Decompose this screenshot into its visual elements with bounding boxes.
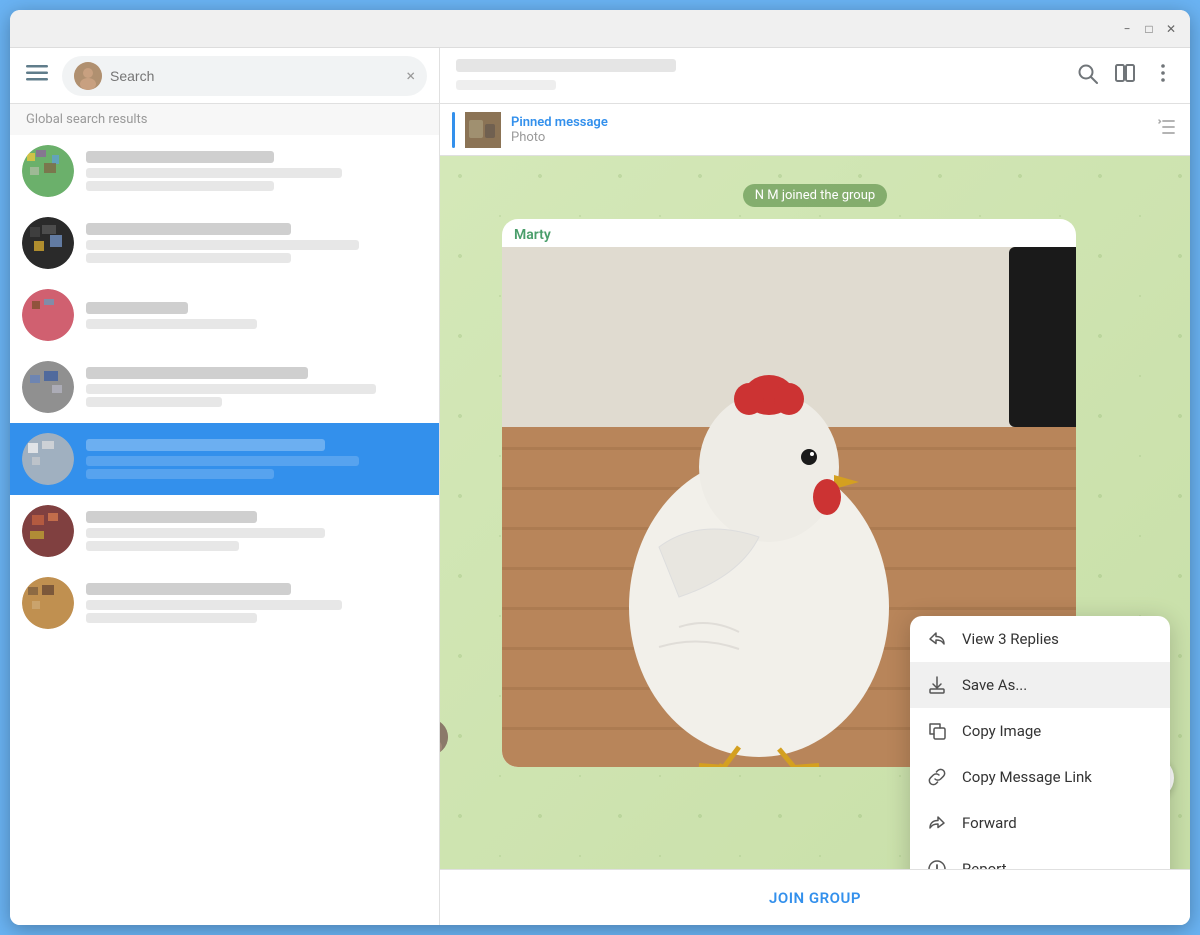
sender-avatar	[440, 719, 448, 755]
context-menu-item-label: Forward	[962, 814, 1017, 832]
search-icon[interactable]	[1076, 62, 1098, 89]
main-layout: × Global search results	[10, 48, 1190, 925]
system-message-text: N M joined the group	[743, 184, 887, 207]
result-name	[86, 367, 308, 379]
result-info	[86, 223, 427, 263]
context-menu-copy-link[interactable]: Copy Message Link	[910, 754, 1170, 800]
download-icon	[926, 674, 948, 696]
pinned-label: Pinned message	[511, 115, 1146, 130]
result-info	[86, 439, 427, 479]
minimize-button[interactable]: −	[1120, 22, 1134, 36]
list-item[interactable]	[10, 279, 439, 351]
result-name	[86, 302, 188, 314]
context-menu-forward[interactable]: Forward	[910, 800, 1170, 846]
maximize-button[interactable]: □	[1142, 22, 1156, 36]
pinned-accent	[452, 112, 455, 148]
result-info	[86, 367, 427, 407]
app-window: − □ ✕	[10, 10, 1190, 925]
pinned-thumbnail	[465, 112, 501, 148]
result-info	[86, 151, 427, 191]
result-name	[86, 151, 274, 163]
context-menu-item-label: Report	[962, 860, 1007, 869]
search-results-list	[10, 135, 439, 925]
context-menu-report[interactable]: Report	[910, 846, 1170, 869]
result-name	[86, 583, 291, 595]
result-info	[86, 302, 427, 329]
copy-icon	[926, 720, 948, 742]
chat-title-area	[456, 58, 1064, 94]
result-info	[86, 511, 427, 551]
context-menu-save-as[interactable]: Save As...	[910, 662, 1170, 708]
result-name	[86, 223, 291, 235]
chat-header-icons	[1076, 62, 1174, 89]
result-name	[86, 439, 325, 451]
result-desc-2	[86, 397, 222, 407]
result-desc	[86, 456, 359, 466]
title-bar: − □ ✕	[10, 10, 1190, 48]
pinned-text: Photo	[511, 130, 1146, 145]
list-item[interactable]	[10, 135, 439, 207]
more-options-icon[interactable]	[1152, 62, 1174, 89]
search-input[interactable]	[110, 68, 398, 84]
sidebar: × Global search results	[10, 48, 440, 925]
avatar	[22, 505, 74, 557]
result-desc-2	[86, 253, 291, 263]
avatar	[22, 217, 74, 269]
result-desc-2	[86, 469, 274, 479]
menu-icon[interactable]	[22, 61, 52, 90]
chat-header	[440, 48, 1190, 104]
join-group-button[interactable]: JOIN GROUP	[769, 889, 861, 907]
avatar	[22, 289, 74, 341]
avatar	[22, 577, 74, 629]
close-button[interactable]: ✕	[1164, 22, 1178, 36]
list-item[interactable]	[10, 567, 439, 639]
result-desc	[86, 319, 257, 329]
search-avatar	[74, 62, 102, 90]
context-menu-copy-image[interactable]: Copy Image	[910, 708, 1170, 754]
link-icon	[926, 766, 948, 788]
context-menu-item-label: Save As...	[962, 676, 1027, 694]
list-item[interactable]	[10, 423, 439, 495]
system-message: N M joined the group	[456, 184, 1174, 207]
context-menu-item-label: View 3 Replies	[962, 630, 1059, 648]
result-desc	[86, 600, 342, 610]
avatar	[22, 361, 74, 413]
context-menu-view-replies[interactable]: View 3 Replies	[910, 616, 1170, 662]
pin-list-icon[interactable]	[1156, 116, 1178, 143]
result-desc	[86, 528, 325, 538]
avatar	[22, 145, 74, 197]
chat-panel: Pinned message Photo N M join	[440, 48, 1190, 925]
search-box[interactable]: ×	[62, 56, 427, 96]
result-desc	[86, 384, 376, 394]
result-info	[86, 583, 427, 623]
list-item[interactable]	[10, 495, 439, 567]
chat-footer: JOIN GROUP	[440, 869, 1190, 925]
message-sender: Marty	[502, 219, 1076, 247]
avatar	[22, 433, 74, 485]
result-desc-2	[86, 613, 257, 623]
context-menu-item-label: Copy Image	[962, 722, 1041, 740]
context-menu: View 3 Replies Save As...	[910, 616, 1170, 869]
report-icon	[926, 858, 948, 869]
result-desc	[86, 168, 342, 178]
reply-icon	[926, 628, 948, 650]
search-clear-button[interactable]: ×	[406, 66, 415, 85]
columns-icon[interactable]	[1114, 62, 1136, 89]
sidebar-header: ×	[10, 48, 439, 104]
pinned-message[interactable]: Pinned message Photo	[440, 104, 1190, 156]
chat-messages: N M joined the group Marty	[440, 156, 1190, 869]
global-search-label: Global search results	[10, 104, 439, 135]
context-menu-item-label: Copy Message Link	[962, 768, 1092, 786]
list-item[interactable]	[10, 207, 439, 279]
chat-name	[456, 58, 1064, 76]
forward-icon	[926, 812, 948, 834]
result-desc-2	[86, 181, 274, 191]
result-name	[86, 511, 257, 523]
chat-status	[456, 76, 1064, 94]
result-desc-2	[86, 541, 239, 551]
result-desc	[86, 240, 359, 250]
pinned-info: Pinned message Photo	[511, 115, 1146, 145]
list-item[interactable]	[10, 351, 439, 423]
